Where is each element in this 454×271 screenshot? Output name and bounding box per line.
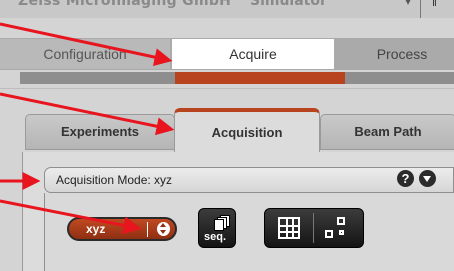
- tab-acquire[interactable]: Acquire: [172, 39, 334, 69]
- tab-acquire-arrow: [318, 39, 334, 69]
- help-icon[interactable]: ?: [397, 170, 414, 187]
- positions-icon[interactable]: [325, 217, 351, 241]
- title-tool-icon[interactable]: ‖: [432, 0, 437, 9]
- divider: [0, 88, 454, 89]
- seq-label: seq.: [204, 231, 227, 243]
- tab-process[interactable]: Process: [350, 39, 454, 69]
- workflow-progress-active: [175, 72, 345, 84]
- up-down-icon: [157, 222, 170, 236]
- scan-mode-value: xyz: [86, 222, 106, 236]
- acquisition-mode-title: Acquisition Mode: xyz: [56, 173, 173, 187]
- title-separator: [420, 0, 421, 18]
- acquisition-mode-header[interactable]: Acquisition Mode: xyz: [44, 167, 454, 193]
- workflow-progress-cut: [329, 72, 345, 84]
- tile-scan-icon[interactable]: [278, 217, 300, 239]
- select-separator: [147, 222, 148, 237]
- chevron-down-icon[interactable]: [419, 170, 436, 187]
- tab-acquisition[interactable]: Acquisition: [174, 108, 320, 152]
- window-title: Zeiss MicroImaging GmbH: [18, 0, 232, 9]
- tab-beam-path[interactable]: Beam Path: [320, 114, 454, 150]
- title-dropdown-icon[interactable]: ▾: [405, 0, 411, 8]
- group-divider: [313, 213, 314, 243]
- seq-button[interactable]: seq.: [198, 208, 236, 248]
- tab-configuration[interactable]: Configuration: [0, 39, 170, 69]
- stack-icon: [214, 215, 230, 231]
- simulator-label: Simulator: [250, 0, 327, 9]
- tab-experiments[interactable]: Experiments: [25, 114, 175, 150]
- scan-mode-select[interactable]: xyz: [67, 217, 177, 241]
- window-title-bar: Zeiss MicroImaging GmbH Simulator ▾ ‖: [0, 0, 454, 18]
- scan-options-group: [264, 208, 364, 248]
